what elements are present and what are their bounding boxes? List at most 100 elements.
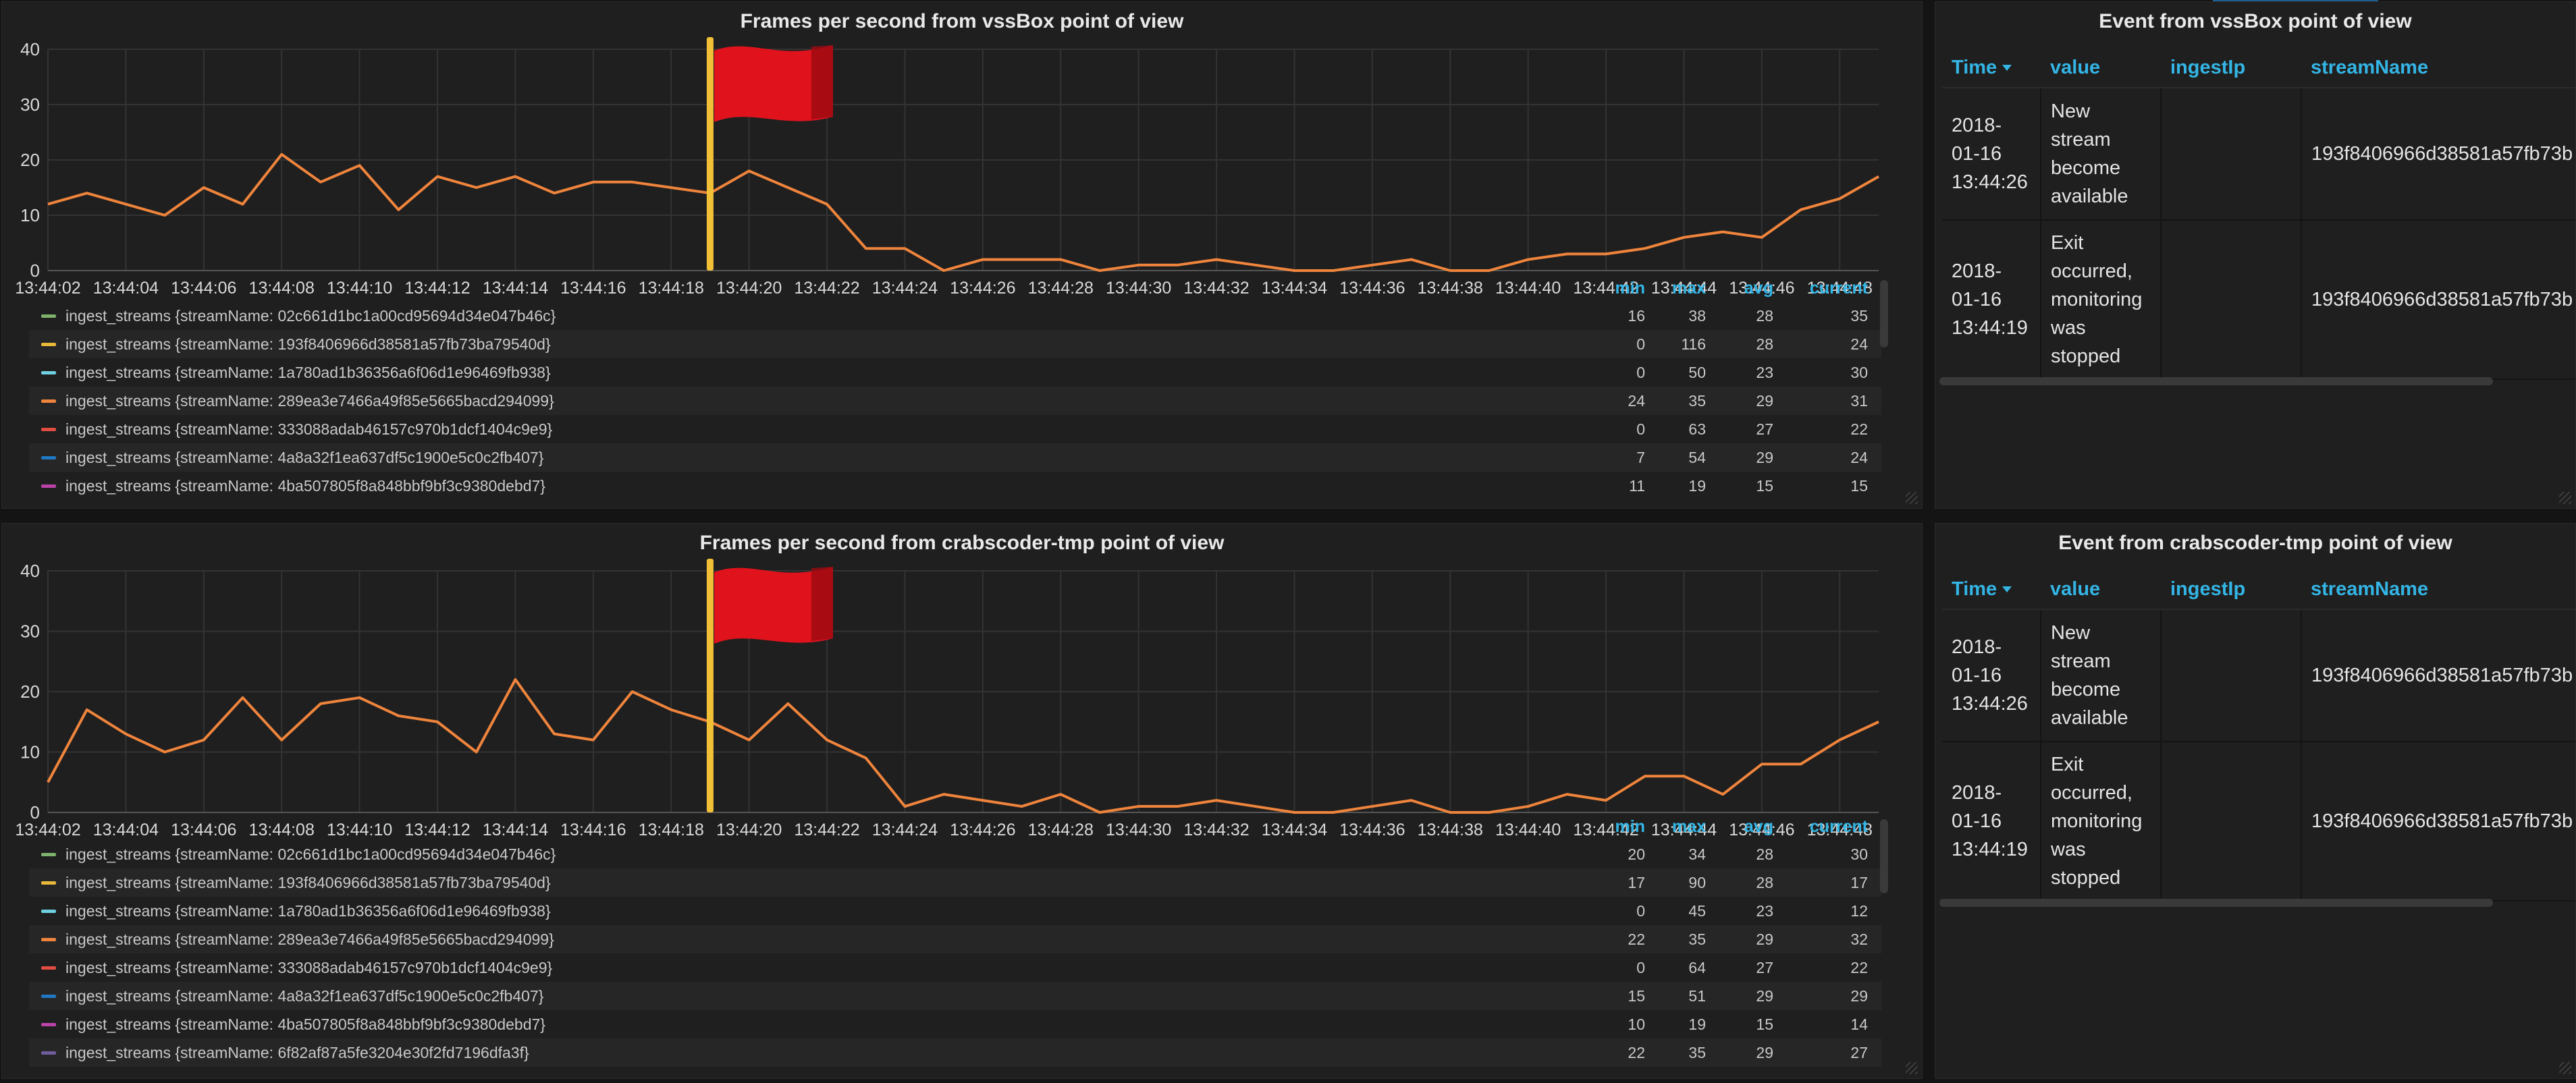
col-header-streamname[interactable]: streamName	[2301, 570, 2575, 610]
event-row[interactable]: 2018- 01-16 13:44:19 Exit occurred, monitorin…	[1942, 742, 2575, 901]
panel-title[interactable]: Event from vssBox point of view	[1935, 10, 2575, 33]
legend-row[interactable]: ingest_streams {streamName: 4a8a32f1ea63…	[29, 982, 1881, 1010]
legend-row[interactable]: ingest_streams {streamName: 02c661d1bc1a…	[29, 302, 1881, 330]
series-color-swatch[interactable]	[41, 1023, 56, 1026]
legend-series-name[interactable]: ingest_streams {streamName: 4a8a32f1ea63…	[65, 982, 543, 1010]
chart-legend: min max avg current ingest_streams {stre…	[29, 279, 1881, 501]
event-time-cell: 2018- 01-16 13:44:19	[1942, 742, 2041, 901]
event-value-cell-line: New	[2051, 101, 2091, 122]
resize-handle[interactable]	[1906, 1062, 1918, 1074]
series-color-swatch[interactable]	[41, 456, 56, 460]
legend-series-name[interactable]: ingest_streams {streamName: 4ba507805f8a…	[65, 472, 545, 500]
legend-series-name[interactable]: ingest_streams {streamName: 4a8a32f1ea63…	[65, 443, 543, 472]
legend-stat-avg: 23	[1756, 902, 1773, 920]
legend-series-name[interactable]: ingest_streams {streamName: 333088adab46…	[65, 953, 552, 982]
legend-stat-avg: 28	[1756, 874, 1773, 891]
legend-row[interactable]: ingest_streams {streamName: 1a780ad1b363…	[29, 897, 1881, 925]
series-color-swatch[interactable]	[41, 1051, 56, 1055]
event-row[interactable]: 2018- 01-16 13:44:26 New stream become availab…	[1942, 609, 2575, 742]
legend-col-max[interactable]: max	[1632, 817, 1706, 837]
legend-row[interactable]: ingest_streams {streamName: 193f8406966d…	[29, 868, 1881, 897]
events-crabscoder-panel[interactable]: Event from crabscoder-tmp point of view …	[1935, 523, 2576, 1079]
legend-row[interactable]: ingest_streams {streamName: 02c661d1bc1a…	[29, 840, 1881, 868]
legend-row[interactable]: ingest_streams {streamName: 333088adab46…	[29, 953, 1881, 982]
series-color-swatch[interactable]	[41, 428, 56, 431]
legend-stat-current: 30	[1850, 364, 1868, 381]
resize-handle[interactable]	[1906, 492, 1918, 504]
legend-stat-avg: 28	[1756, 307, 1773, 325]
event-value-cell-line: was	[2051, 839, 2086, 860]
series-color-swatch[interactable]	[41, 371, 56, 374]
event-row[interactable]: 2018- 01-16 13:44:26 New stream become availab…	[1942, 88, 2575, 221]
legend-stat-avg: 23	[1756, 364, 1773, 381]
series-color-swatch[interactable]	[41, 399, 56, 403]
col-header-value[interactable]: value	[2041, 48, 2161, 88]
series-color-swatch[interactable]	[41, 910, 56, 913]
col-header-time[interactable]: Time	[1942, 48, 2041, 88]
table-scrollbar[interactable]	[1939, 377, 2493, 385]
series-color-swatch[interactable]	[41, 938, 56, 941]
legend-series-name[interactable]: ingest_streams {streamName: 4ba507805f8a…	[65, 1010, 545, 1038]
legend-row[interactable]: ingest_streams {streamName: 289ea3e7466a…	[29, 925, 1881, 953]
event-time-cell-line: 01-16	[1952, 143, 2002, 165]
event-ingestip-cell	[2161, 88, 2302, 221]
legend-col-avg[interactable]: avg	[1699, 279, 1773, 298]
legend-series-name[interactable]: ingest_streams {streamName: 193f8406966d…	[65, 868, 551, 897]
legend-series-name[interactable]: ingest_streams {streamName: 1a780ad1b363…	[65, 897, 551, 925]
legend-col-max[interactable]: max	[1632, 279, 1706, 298]
legend-series-name[interactable]: ingest_streams {streamName: 02c661d1bc1a…	[65, 840, 556, 868]
event-time-cell-line: 01-16	[1952, 665, 2002, 686]
legend-series-name[interactable]: ingest_streams {streamName: 333088adab46…	[65, 415, 552, 443]
series-color-swatch[interactable]	[41, 881, 56, 885]
legend-row[interactable]: ingest_streams {streamName: 4a8a32f1ea63…	[29, 443, 1881, 472]
fps-vssbox-panel[interactable]: Frames per second from vssBox point of v…	[1, 1, 1923, 509]
legend-series-name[interactable]: ingest_streams {streamName: 193f8406966d…	[65, 330, 551, 358]
col-header-time[interactable]: Time	[1942, 570, 2041, 610]
legend-row[interactable]: ingest_streams {streamName: 6f82af87a5fe…	[29, 1038, 1881, 1067]
resize-handle[interactable]	[2559, 492, 2571, 504]
table-scrollbar[interactable]	[1939, 899, 2493, 907]
legend-scrollbar[interactable]	[1880, 819, 1888, 893]
legend-row[interactable]: ingest_streams {streamName: 1a780ad1b363…	[29, 358, 1881, 387]
legend-row[interactable]: ingest_streams {streamName: 4ba507805f8a…	[29, 1010, 1881, 1038]
fps-crabscoder-panel[interactable]: Frames per second from crabscoder-tmp po…	[1, 523, 1923, 1079]
legend-row[interactable]: ingest_streams {streamName: 289ea3e7466a…	[29, 387, 1881, 415]
event-row[interactable]: 2018- 01-16 13:44:19 Exit occurred, monitorin…	[1942, 220, 2575, 380]
legend-series-name[interactable]: ingest_streams {streamName: 289ea3e7466a…	[65, 387, 554, 415]
events-vssbox-panel[interactable]: Event from vssBox point of view Time val…	[1935, 1, 2576, 509]
legend-stat-max: 54	[1688, 449, 1706, 466]
event-time-cell-line: 2018-	[1952, 782, 2002, 804]
col-header-ingestip[interactable]: ingestIp	[2161, 570, 2301, 610]
series-color-swatch[interactable]	[41, 484, 56, 488]
legend-series-name[interactable]: ingest_streams {streamName: 1a780ad1b363…	[65, 358, 551, 387]
event-ingestip-cell	[2161, 609, 2302, 742]
legend-series-name[interactable]: ingest_streams {streamName: 6f82af87a5fe…	[65, 1038, 529, 1067]
legend-row[interactable]: ingest_streams {streamName: 333088adab46…	[29, 415, 1881, 443]
line-chart: 01020304013:44:02 13:44:04 13:44:06 13:44:0…	[15, 37, 1879, 298]
legend-stat-avg: 15	[1756, 477, 1773, 495]
series-color-swatch[interactable]	[41, 995, 56, 998]
y-tick-label: 20	[20, 150, 40, 170]
legend-row[interactable]: ingest_streams {streamName: 193f8406966d…	[29, 330, 1881, 358]
series-color-swatch[interactable]	[41, 966, 56, 970]
legend-stat-avg: 29	[1756, 931, 1773, 948]
legend-stat-avg: 28	[1756, 845, 1773, 863]
event-value-cell: New stream become available	[2041, 88, 2162, 221]
legend-series-name[interactable]: ingest_streams {streamName: 02c661d1bc1a…	[65, 302, 556, 330]
series-color-swatch[interactable]	[41, 853, 56, 856]
legend-scrollbar[interactable]	[1880, 280, 1888, 348]
col-header-ingestip[interactable]: ingestIp	[2161, 48, 2301, 88]
flag-shade	[811, 567, 833, 641]
legend-col-current[interactable]: current	[1794, 279, 1868, 298]
col-header-streamname[interactable]: streamName	[2301, 48, 2575, 88]
col-header-value[interactable]: value	[2041, 570, 2161, 610]
panel-title[interactable]: Event from crabscoder-tmp point of view	[1935, 532, 2575, 555]
legend-stat-max: 50	[1688, 364, 1706, 381]
legend-col-avg[interactable]: avg	[1699, 817, 1773, 837]
series-color-swatch[interactable]	[41, 314, 56, 318]
series-color-swatch[interactable]	[41, 343, 56, 346]
legend-series-name[interactable]: ingest_streams {streamName: 289ea3e7466a…	[65, 925, 554, 953]
resize-handle[interactable]	[2559, 1062, 2571, 1074]
legend-row[interactable]: ingest_streams {streamName: 4ba507805f8a…	[29, 472, 1881, 500]
legend-col-current[interactable]: current	[1794, 817, 1868, 837]
